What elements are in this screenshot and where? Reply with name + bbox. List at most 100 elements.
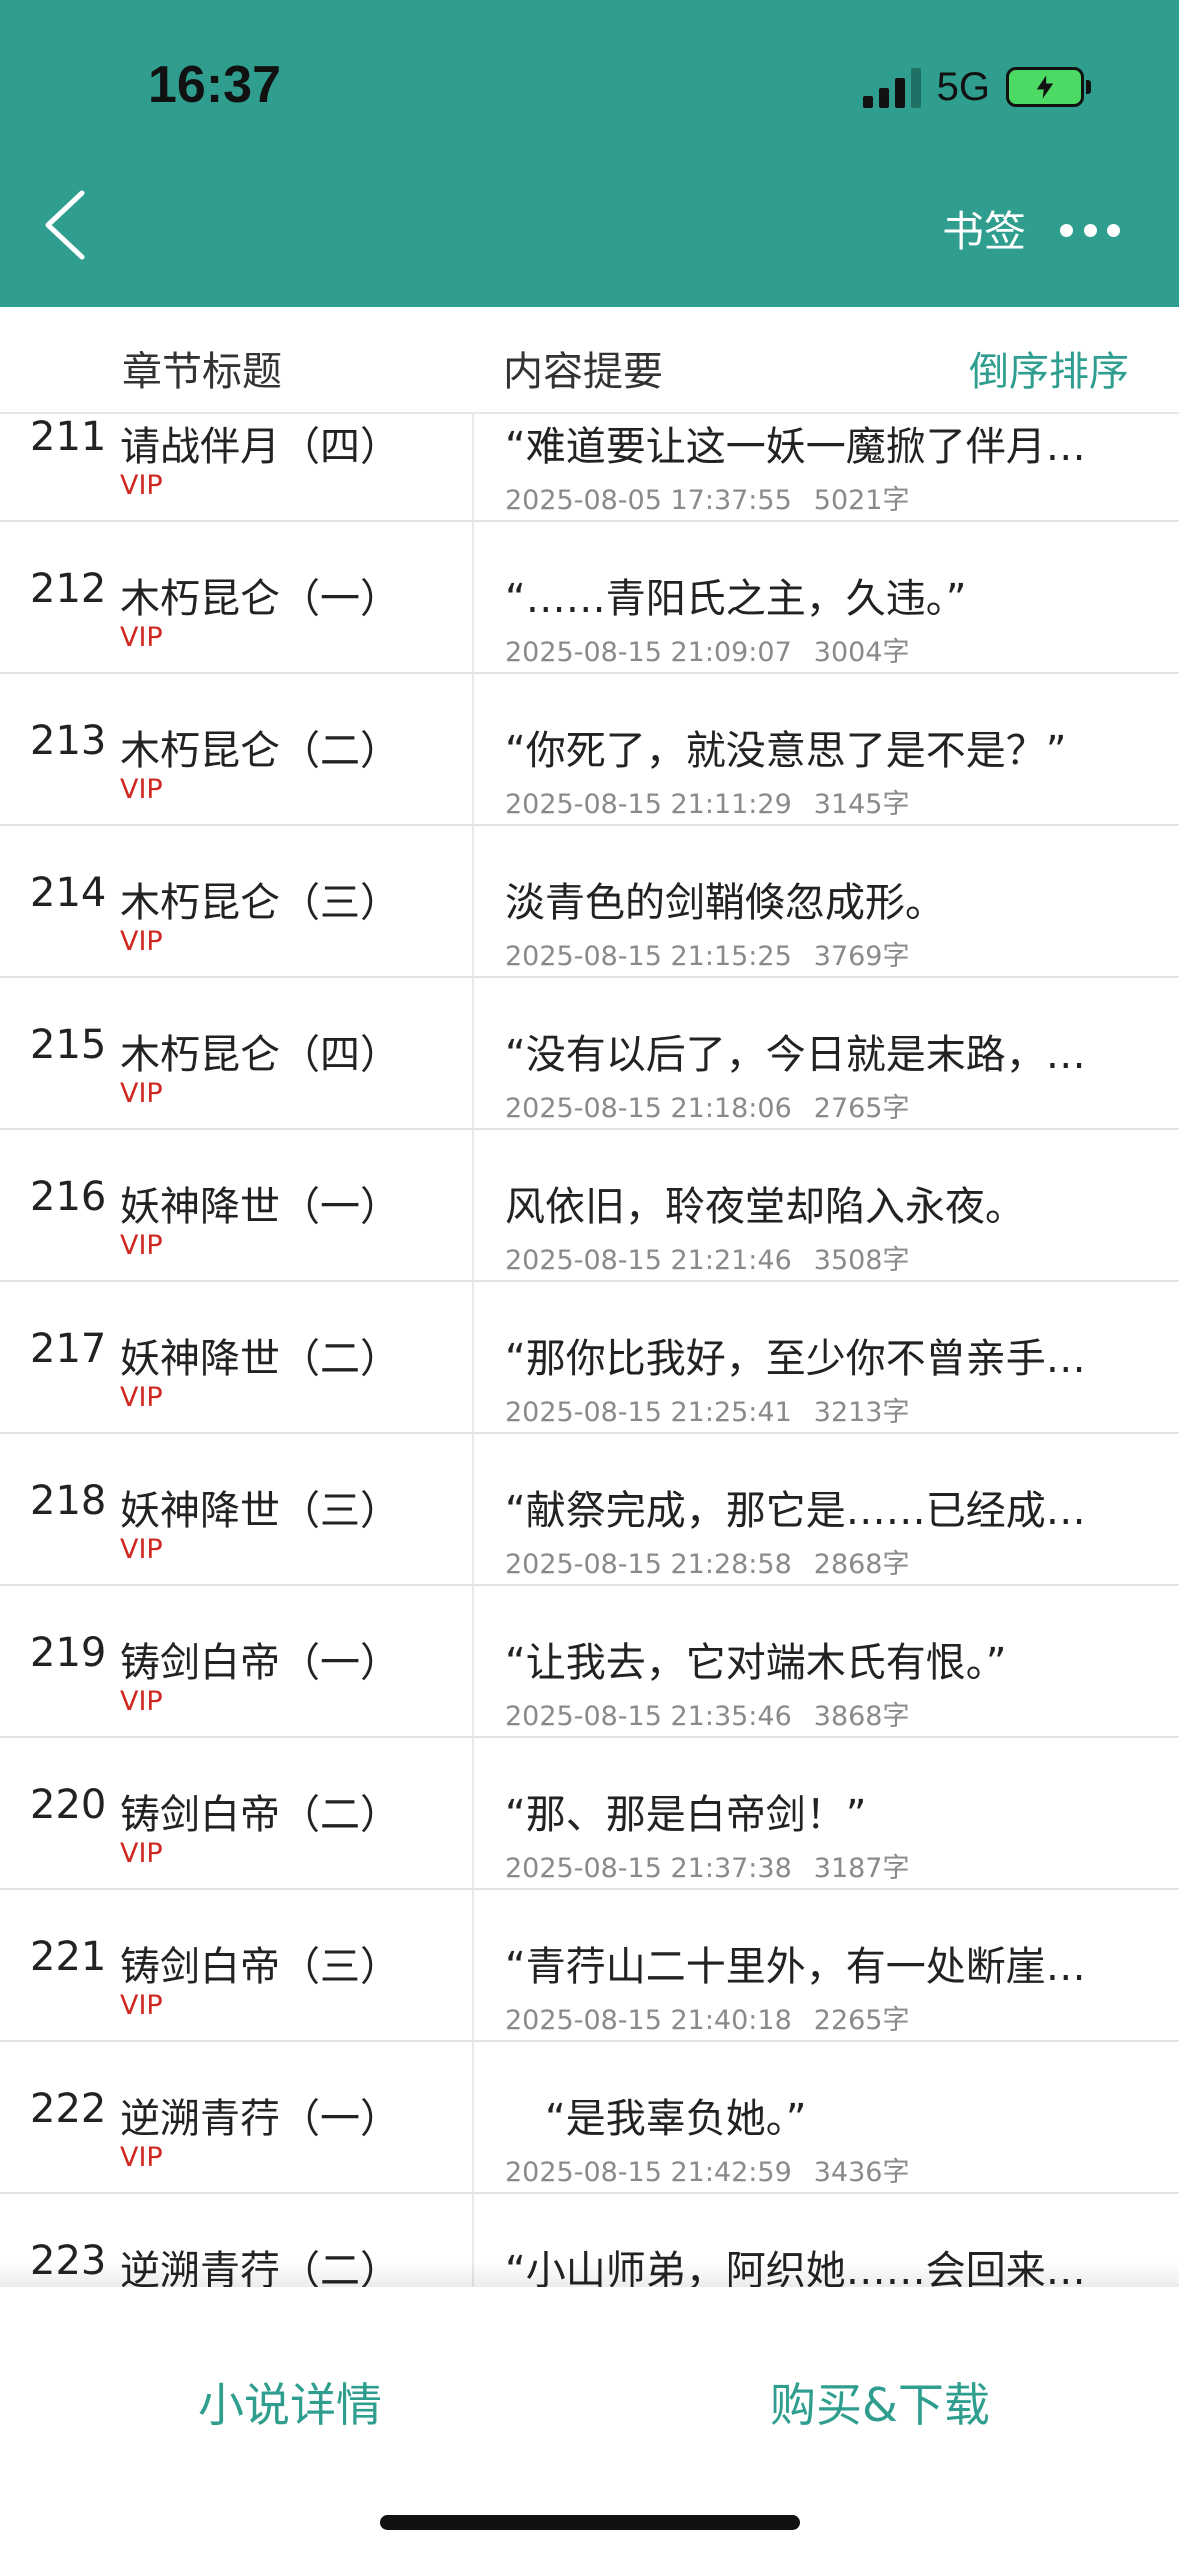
chapter-summary: “没有以后了，今日就是末路，…: [505, 1032, 1086, 1078]
chapter-title: 木朽昆仑（二）: [120, 728, 400, 774]
chapter-meta: 2025-08-15 21:37:38 3187字: [505, 1846, 909, 1885]
column-chapter-title: 章节标题: [122, 349, 282, 395]
chapter-number: 215: [30, 1022, 107, 1068]
chapter-word-count: 2265字: [813, 2005, 910, 2036]
chapter-word-count: 3769字: [813, 941, 910, 972]
chapter-title: 铸剑白帝（一）: [120, 1640, 400, 1686]
chapter-date: 2025-08-15 21:40:18: [505, 2005, 792, 2036]
chapter-summary: “你死了，就没意思了是不是？”: [505, 728, 1067, 774]
vip-badge: VIP: [120, 1686, 163, 1717]
chapter-date: 2025-08-15 21:35:46: [505, 1701, 792, 1732]
column-divider: [472, 1434, 474, 1584]
chapter-title: 请战伴月（四）: [120, 424, 400, 470]
chapter-row[interactable]: 213 木朽昆仑（二） VIP “你死了，就没意思了是不是？” 2025-08-15 2…: [0, 674, 1179, 826]
novel-details-button[interactable]: 小说详情: [198, 2369, 382, 2435]
chapter-number: 211: [30, 414, 107, 460]
signal-icon: [862, 66, 921, 108]
chevron-left-icon: [45, 190, 85, 260]
chapter-number: 212: [30, 566, 107, 612]
chapter-title: 木朽昆仑（三）: [120, 880, 400, 926]
bookmark-button[interactable]: 书签: [942, 198, 1026, 259]
chapter-word-count: 3187字: [813, 1853, 910, 1884]
chapter-list: 211 请战伴月（四） VIP “难道要让这一妖一魔掀了伴月… 2025-08-05 1…: [0, 412, 1179, 2287]
buy-download-button[interactable]: 购买&下载: [770, 2369, 990, 2435]
column-divider: [472, 1586, 474, 1736]
chapter-summary: “献祭完成，那它是……已经成…: [505, 1488, 1086, 1534]
chapter-row[interactable]: 220 铸剑白帝（二） VIP “那、那是白帝剑！” 2025-08-15 21:37:…: [0, 1738, 1179, 1890]
chapter-word-count: 2868字: [813, 1549, 910, 1580]
bottom-shadow: [0, 2262, 1179, 2288]
chapter-date: 2025-08-15 21:11:29: [505, 789, 792, 820]
column-divider: [472, 674, 474, 824]
chapter-title: 妖神降世（二）: [120, 1336, 400, 1382]
chapter-date: 2025-08-15 21:09:07: [505, 637, 792, 668]
chapter-meta: 2025-08-15 21:09:07 3004字: [505, 630, 909, 669]
vip-badge: VIP: [120, 1230, 163, 1261]
chapter-number: 213: [30, 718, 107, 764]
back-button[interactable]: [30, 180, 100, 270]
chapter-number: 220: [30, 1782, 107, 1828]
chapter-word-count: 3145字: [813, 789, 910, 820]
chapter-meta: 2025-08-15 21:11:29 3145字: [505, 782, 909, 821]
chapter-word-count: 3213字: [813, 1397, 910, 1428]
vip-badge: VIP: [120, 1990, 163, 2021]
column-divider: [472, 1738, 474, 1888]
vip-badge: VIP: [120, 1382, 163, 1413]
chapter-date: 2025-08-15 21:18:06: [505, 1093, 792, 1124]
vip-badge: VIP: [120, 2142, 163, 2173]
chapter-row[interactable]: 218 妖神降世（三） VIP “献祭完成，那它是……已经成… 2025-08-15 2…: [0, 1434, 1179, 1586]
chapter-number: 221: [30, 1934, 107, 1980]
chapter-summary: “……青阳氏之主，久违。”: [505, 576, 967, 622]
chapter-row[interactable]: 211 请战伴月（四） VIP “难道要让这一妖一魔掀了伴月… 2025-08-05 1…: [0, 412, 1179, 522]
chapter-meta: 2025-08-15 21:25:41 3213字: [505, 1390, 909, 1429]
column-divider: [472, 1890, 474, 2040]
chapter-meta: 2025-08-15 21:15:25 3769字: [505, 934, 909, 973]
chapter-number: 217: [30, 1326, 107, 1372]
chapter-title: 逆溯青荇（一）: [120, 2096, 400, 2142]
chapter-date: 2025-08-15 21:25:41: [505, 1397, 792, 1428]
app-header: 16:37 5G 书签: [0, 0, 1179, 307]
more-options-button[interactable]: [1060, 210, 1120, 250]
chapter-number: 219: [30, 1630, 107, 1676]
network-label: 5G: [936, 64, 990, 109]
chapter-row[interactable]: 221 铸剑白帝（三） VIP “青荇山二十里外，有一处断崖… 2025-08-15 2…: [0, 1890, 1179, 2042]
column-divider: [472, 978, 474, 1128]
chapter-summary: “那、那是白帝剑！”: [505, 1792, 867, 1838]
chapter-row[interactable]: 217 妖神降世（二） VIP “那你比我好，至少你不曾亲手… 2025-08-15 2…: [0, 1282, 1179, 1434]
chapter-date: 2025-08-15 21:21:46: [505, 1245, 792, 1276]
chapter-row[interactable]: 214 木朽昆仑（三） VIP 淡青色的剑鞘倏忽成形。 2025-08-15 21:15…: [0, 826, 1179, 978]
chapter-row[interactable]: 212 木朽昆仑（一） VIP “……青阳氏之主，久违。” 2025-08-15 21:…: [0, 522, 1179, 674]
chapter-row[interactable]: 215 木朽昆仑（四） VIP “没有以后了，今日就是末路，… 2025-08-15 2…: [0, 978, 1179, 1130]
chapter-word-count: 5021字: [813, 485, 910, 516]
column-divider: [472, 412, 474, 520]
chapter-word-count: 3436字: [813, 2157, 910, 2188]
chapter-number: 218: [30, 1478, 107, 1524]
chapter-summary: “让我去，它对端木氏有恨。”: [505, 1640, 1007, 1686]
chapter-summary: “难道要让这一妖一魔掀了伴月…: [505, 424, 1086, 470]
chapter-number: 222: [30, 2086, 107, 2132]
chapter-title: 妖神降世（一）: [120, 1184, 400, 1230]
reverse-sort-button[interactable]: 倒序排序: [969, 339, 1129, 397]
chapter-word-count: 2765字: [813, 1093, 910, 1124]
chapter-number: 214: [30, 870, 107, 916]
chapter-title: 铸剑白帝（三）: [120, 1944, 400, 1990]
column-header: 章节标题 内容提要 倒序排序: [0, 307, 1179, 414]
chapter-row[interactable]: 222 逆溯青荇（一） VIP “是我辜负她。” 2025-08-15 21:42:5…: [0, 2042, 1179, 2194]
chapter-date: 2025-08-15 21:28:58: [505, 1549, 792, 1580]
chapter-date: 2025-08-15 21:37:38: [505, 1853, 792, 1884]
chapter-meta: 2025-08-15 21:40:18 2265字: [505, 1998, 909, 2037]
battery-charging-icon: [1006, 67, 1091, 107]
chapter-row[interactable]: 216 妖神降世（一） VIP 风依旧，聆夜堂却陷入永夜。 2025-08-15 21:…: [0, 1130, 1179, 1282]
column-divider: [472, 522, 474, 672]
vip-badge: VIP: [120, 1078, 163, 1109]
chapter-summary: 淡青色的剑鞘倏忽成形。: [505, 880, 945, 926]
chapter-row[interactable]: 219 铸剑白帝（一） VIP “让我去，它对端木氏有恨。” 2025-08-15 21…: [0, 1586, 1179, 1738]
status-indicators: 5G: [862, 62, 1091, 112]
chapter-summary: 风依旧，聆夜堂却陷入永夜。: [505, 1184, 1025, 1230]
chapter-meta: 2025-08-05 17:37:55 5021字: [505, 478, 909, 517]
home-indicator[interactable]: [380, 2515, 800, 2530]
chapter-date: 2025-08-15 21:15:25: [505, 941, 792, 972]
more-dots-icon: [1060, 223, 1073, 237]
chapter-title: 妖神降世（三）: [120, 1488, 400, 1534]
vip-badge: VIP: [120, 926, 163, 957]
